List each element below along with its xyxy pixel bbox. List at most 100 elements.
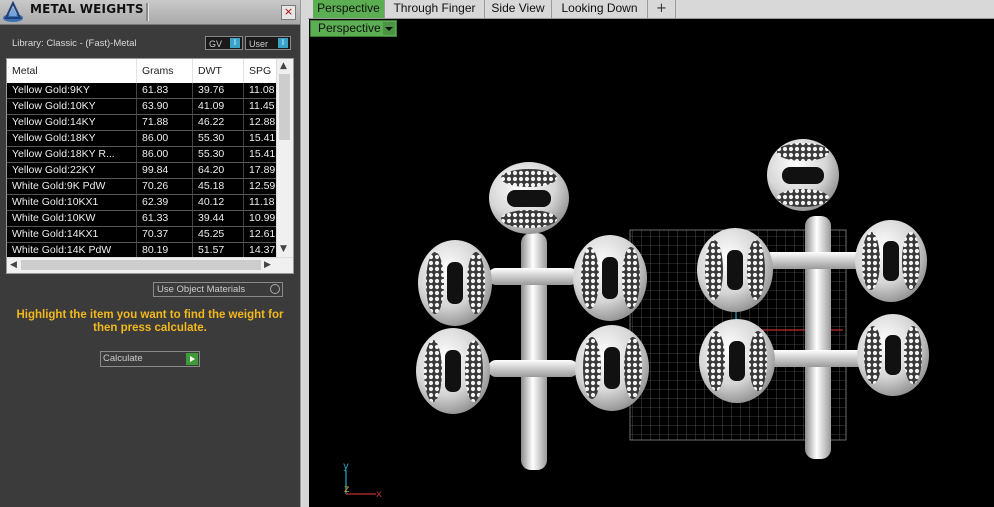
cell-dwt: 39.44 [193,211,244,226]
tab-looking-down[interactable]: Looking Down [552,0,648,18]
table-row[interactable]: White Gold:14KX1 70.37 45.25 12.61 [7,227,277,243]
view-tab-bar: Perspective Through Finger Side View Loo… [308,0,994,19]
tab-side-view[interactable]: Side View [485,0,552,18]
pave-link [697,228,773,312]
cell-dwt: 41.09 [193,99,244,114]
cell-dwt: 64.20 [193,163,244,178]
cell-dwt: 40.12 [193,195,244,210]
right-lower-bar [763,350,873,367]
column-header-metal[interactable]: Metal [7,59,137,83]
cell-metal: Yellow Gold:22KY [7,163,137,178]
close-button[interactable]: × [281,5,296,20]
panel-header: METAL WEIGHTS × [0,0,300,25]
cell-metal: Yellow Gold:18KY [7,131,137,146]
tab-perspective[interactable]: Perspective [313,0,385,18]
view-mode-dropdown[interactable]: Perspective [310,20,397,37]
table-header: Metal Grams DWT SPG [7,59,277,83]
cell-dwt: 45.25 [193,227,244,242]
panel-title: METAL WEIGHTS [30,2,144,16]
3d-viewport[interactable]: y z x [308,38,994,507]
table-row[interactable]: White Gold:10KX1 62.39 40.12 11.18 [7,195,277,211]
cell-dwt: 45.18 [193,179,244,194]
cell-metal: White Gold:10KX1 [7,195,137,210]
gv-toggle-label: GV [209,39,223,49]
app-logo-icon [3,1,23,22]
calculate-button[interactable]: Calculate [100,351,200,367]
cell-grams: 70.26 [137,179,193,194]
user-indicator-icon: I [278,38,288,48]
metal-table[interactable]: Metal Grams DWT SPG Yellow Gold:9KY 61.83… [6,58,294,274]
cell-grams: 61.33 [137,211,193,226]
axis-y-label: y [343,461,349,472]
scroll-right-icon[interactable]: ▶ [264,259,271,271]
cell-grams: 71.88 [137,115,193,130]
cell-grams: 62.39 [137,195,193,210]
pave-link [573,235,647,321]
pave-link [489,162,569,234]
table-row[interactable]: Yellow Gold:18KY R... 86.00 55.30 15.41 [7,147,277,163]
table-row[interactable]: Yellow Gold:14KY 71.88 46.22 12.88 [7,115,277,131]
add-tab-icon[interactable]: + [648,0,676,18]
table-row[interactable]: Yellow Gold:9KY 61.83 39.76 11.08 [7,83,277,99]
cell-metal: Yellow Gold:18KY R... [7,147,137,162]
tab-through-finger[interactable]: Through Finger [385,0,485,18]
cell-metal: White Gold:14K PdW [7,243,137,258]
play-icon[interactable] [186,353,198,365]
pave-link [857,314,929,396]
cell-metal: White Gold:10KW [7,211,137,226]
cell-metal: White Gold:9K PdW [7,179,137,194]
scroll-left-icon[interactable]: ◀ [10,259,17,271]
cell-dwt: 46.22 [193,115,244,130]
use-object-materials-label: Use Object Materials [157,284,246,295]
cell-grams: 86.00 [137,147,193,162]
view-mode-label: Perspective [318,21,381,35]
scroll-down-icon[interactable]: ▼ [280,243,287,255]
user-toggle[interactable]: User I [245,36,291,50]
scroll-up-icon[interactable]: ▲ [280,60,287,72]
cell-metal: Yellow Gold:10KY [7,99,137,114]
header-separator [146,3,149,21]
axis-x-label: x [376,489,382,500]
metal-weights-panel: METAL WEIGHTS × Library: Classic - (Fast… [0,0,300,507]
use-object-materials-toggle[interactable]: Use Object Materials [153,282,283,297]
cell-metal: Yellow Gold:9KY [7,83,137,98]
column-header-dwt[interactable]: DWT [193,59,244,83]
cell-dwt: 39.76 [193,83,244,98]
library-label: Library: Classic - (Fast)-Metal [12,38,137,49]
cell-metal: White Gold:14KX1 [7,227,137,242]
cell-metal: Yellow Gold:14KY [7,115,137,130]
axis-z-label: z [344,484,349,495]
user-toggle-label: User [249,39,269,49]
pave-link [855,220,927,302]
table-row[interactable]: Yellow Gold:18KY 86.00 55.30 15.41 [7,131,277,147]
cell-grams: 63.90 [137,99,193,114]
table-row[interactable]: White Gold:9K PdW 70.26 45.18 12.59 [7,179,277,195]
gv-indicator-icon: I [230,38,240,48]
instruction-text: Highlight the item you want to find the … [16,309,284,334]
cell-grams: 61.83 [137,83,193,98]
gv-toggle[interactable]: GV I [205,36,243,50]
axis-gizmo-icon: y z x [343,461,382,500]
column-header-grams[interactable]: Grams [137,59,193,83]
vertical-scroll-thumb[interactable] [279,74,290,140]
pave-link [767,139,839,211]
pave-link [418,240,492,326]
cell-grams: 70.37 [137,227,193,242]
horizontal-scroll-thumb[interactable] [21,260,261,270]
table-row[interactable]: Yellow Gold:10KY 63.90 41.09 11.45 [7,99,277,115]
cell-dwt: 55.30 [193,131,244,146]
pave-link [699,319,775,403]
left-lower-bar [488,360,578,377]
left-upper-bar [488,268,578,285]
chevron-down-icon[interactable] [383,22,395,35]
radio-icon[interactable] [270,284,280,294]
cell-grams: 99.84 [137,163,193,178]
calculate-label: Calculate [103,353,143,364]
vertical-scrollbar[interactable]: ▲ ▼ [276,59,293,258]
cell-dwt: 51.57 [193,243,244,258]
table-row[interactable]: Yellow Gold:22KY 99.84 64.20 17.89 [7,163,277,179]
cell-grams: 80.19 [137,243,193,258]
table-row[interactable]: White Gold:10KW 61.33 39.44 10.99 [7,211,277,227]
cell-grams: 86.00 [137,131,193,146]
horizontal-scrollbar[interactable]: ◀ ▶ [7,257,293,273]
